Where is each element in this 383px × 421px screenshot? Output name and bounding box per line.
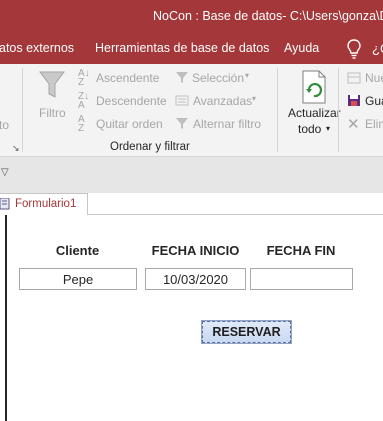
window-title: NoCon : Base de datos- C:\Users\gonza\Do bbox=[153, 9, 383, 23]
filter-icon bbox=[39, 71, 65, 98]
refresh-all-icon bbox=[302, 70, 326, 104]
tab-external-data[interactable]: atos externos bbox=[0, 41, 74, 55]
sort-ascending-icon: A↓ Z bbox=[78, 68, 90, 88]
nav-band: ▽ bbox=[0, 157, 383, 193]
separator bbox=[277, 68, 278, 152]
ribbon-tab-row: atos externos Herramientas de base de da… bbox=[0, 33, 383, 64]
save-button[interactable]: Gua bbox=[365, 94, 383, 108]
sort-descending-icon: Z↓ A bbox=[78, 91, 90, 111]
cut-off-glyph: ¿C bbox=[372, 41, 383, 56]
document-tab-label: Formulario1 bbox=[15, 198, 77, 210]
chevron-down-icon: ▾ bbox=[252, 94, 257, 103]
remove-sort-button[interactable]: Quitar orden bbox=[96, 117, 163, 131]
ribbon: to Filtro A↓ Z Ascendente Z↓ A Descendente… bbox=[0, 64, 383, 157]
refresh-all-label-line2: todo bbox=[298, 122, 322, 136]
save-icon bbox=[348, 95, 360, 106]
ascending-button[interactable]: Ascendente bbox=[96, 71, 159, 85]
chevron-down-icon: ▾ bbox=[326, 124, 331, 133]
tab-strip-border bbox=[88, 214, 383, 215]
fecha-fin-field[interactable] bbox=[250, 268, 353, 290]
form-icon bbox=[0, 198, 10, 210]
left-partial-label: to bbox=[0, 118, 10, 132]
fecha-inicio-field[interactable] bbox=[145, 268, 246, 290]
cliente-field[interactable] bbox=[19, 268, 137, 290]
selection-button[interactable]: Selección bbox=[192, 71, 244, 85]
cliente-label: Cliente bbox=[55, 243, 100, 258]
chevron-down-icon: ▾ bbox=[245, 71, 250, 80]
advanced-button[interactable]: Avanzadas bbox=[193, 94, 252, 108]
title-bar: NoCon : Base de datos- C:\Users\gonza\Do bbox=[0, 0, 383, 33]
fecha-inicio-label: FECHA INICIO bbox=[151, 243, 240, 258]
group-label-sort-filter: Ordenar y filtrar bbox=[110, 141, 190, 153]
new-record-icon bbox=[347, 72, 361, 84]
form-left-border bbox=[5, 215, 7, 421]
tab-database-tools[interactable]: Herramientas de base de datos bbox=[95, 41, 269, 55]
separator bbox=[338, 68, 339, 152]
tab-help[interactable]: Ayuda bbox=[284, 41, 319, 55]
collapse-arrow-icon[interactable]: ▽ bbox=[1, 167, 9, 178]
new-record-button[interactable]: Nue bbox=[365, 71, 383, 85]
tab-formulario1[interactable]: Formulario1 bbox=[0, 193, 88, 215]
delete-button[interactable]: Elim bbox=[365, 117, 383, 131]
fecha-fin-label: FECHA FIN bbox=[266, 243, 336, 258]
delete-icon: ✕ bbox=[347, 116, 360, 133]
toggle-filter-icon bbox=[176, 118, 188, 129]
separator bbox=[22, 68, 23, 152]
remove-sort-icon: AZ bbox=[78, 114, 85, 134]
selection-filter-icon bbox=[176, 72, 188, 83]
descending-button[interactable]: Descendente bbox=[96, 94, 167, 108]
reservar-button[interactable]: RESERVAR bbox=[202, 321, 291, 343]
document-area bbox=[0, 193, 383, 421]
refresh-all-button[interactable]: Actualizar bbox=[288, 106, 341, 120]
lightbulb-icon[interactable] bbox=[345, 38, 363, 60]
dialog-launcher-icon[interactable]: ↘ bbox=[12, 143, 20, 154]
filter-button[interactable]: Filtro bbox=[39, 106, 66, 120]
advanced-filter-icon bbox=[175, 95, 189, 106]
toggle-filter-button[interactable]: Alternar filtro bbox=[193, 117, 261, 131]
